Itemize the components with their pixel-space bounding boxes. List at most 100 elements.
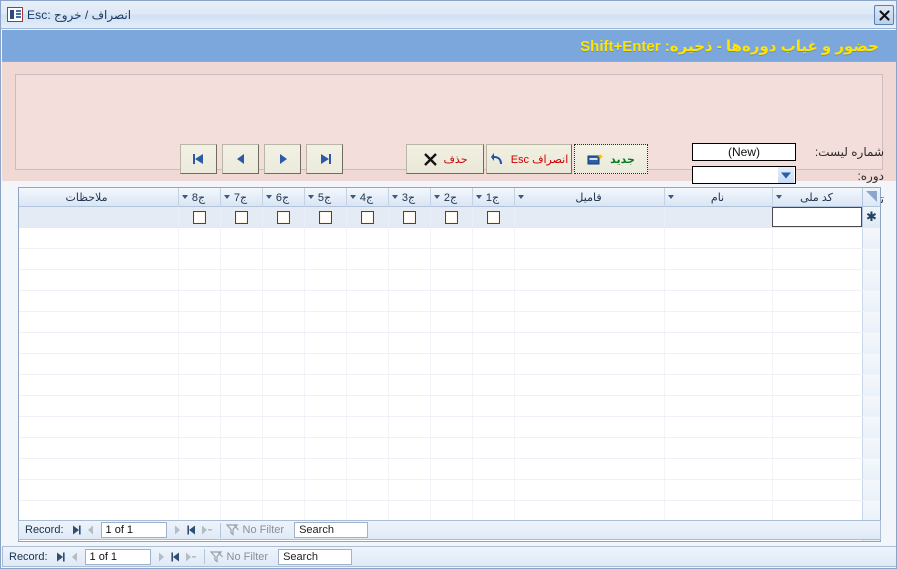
empty-cell [514, 480, 664, 500]
checkbox[interactable] [277, 210, 290, 224]
column-header-1[interactable]: نام [664, 188, 772, 207]
select-all-header[interactable] [862, 188, 880, 206]
new-record-row[interactable]: ✱ [19, 207, 880, 228]
checkbox[interactable] [487, 210, 500, 224]
record-selector [862, 375, 880, 395]
new-record-button[interactable]: جدید [574, 144, 648, 174]
checkbox[interactable] [403, 210, 416, 224]
mainform-last-record-button[interactable] [169, 549, 184, 565]
empty-cell [664, 291, 772, 311]
empty-cell [772, 438, 862, 458]
subform-first-record-button[interactable] [68, 522, 83, 538]
checkbox[interactable] [445, 210, 458, 224]
cell-8[interactable] [262, 207, 304, 227]
chevron-down-icon[interactable] [518, 195, 524, 199]
subform-prev-record-button[interactable] [83, 522, 98, 538]
cell-4[interactable] [430, 207, 472, 227]
cell-2[interactable] [514, 207, 664, 227]
cell-7[interactable] [304, 207, 346, 227]
nav-prev-button[interactable] [264, 144, 301, 174]
cell-1[interactable] [664, 207, 772, 227]
column-header-7[interactable]: ج5 [304, 188, 346, 207]
empty-cell [472, 291, 514, 311]
record-selector [862, 354, 880, 374]
empty-cell [304, 501, 346, 521]
column-header-3[interactable]: ج1 [472, 188, 514, 207]
empty-cell [178, 438, 220, 458]
cell-0[interactable] [772, 207, 862, 227]
empty-cell [262, 459, 304, 479]
empty-cell [664, 249, 772, 269]
empty-cell [262, 417, 304, 437]
delete-button[interactable]: حذف [406, 144, 484, 174]
chevron-down-icon[interactable] [182, 195, 188, 199]
empty-cell [388, 375, 430, 395]
chevron-down-icon[interactable] [778, 167, 795, 183]
column-header-11[interactable]: ملاحظات [19, 188, 178, 207]
nav-first-button[interactable] [306, 144, 343, 174]
cancel-button[interactable]: انصراف Esc [486, 144, 572, 174]
mainform-record-position[interactable]: 1 of 1 [84, 548, 151, 565]
checkbox[interactable] [235, 210, 248, 224]
empty-cell [346, 291, 388, 311]
mainform-new-record-button[interactable] [184, 549, 199, 565]
column-header-label: کد ملی [800, 191, 833, 204]
checkbox[interactable] [193, 210, 206, 224]
cell-3[interactable] [472, 207, 514, 227]
subform-new-record-button[interactable] [200, 522, 215, 538]
chevron-down-icon[interactable] [476, 195, 482, 199]
checkbox[interactable] [361, 210, 374, 224]
cell-5[interactable] [388, 207, 430, 227]
column-header-0[interactable]: کد ملی [772, 188, 862, 207]
record-selector[interactable]: ✱ [862, 207, 880, 227]
list-number-input[interactable]: (New) [692, 143, 796, 161]
mainform-next-record-button[interactable] [154, 549, 169, 565]
empty-cell [514, 501, 664, 521]
record-selector [862, 396, 880, 416]
column-header-10[interactable]: ج8 [178, 188, 220, 207]
mainform-prev-record-button[interactable] [67, 549, 82, 565]
empty-cell [262, 270, 304, 290]
column-header-9[interactable]: ج7 [220, 188, 262, 207]
empty-cell [220, 375, 262, 395]
empty-cell [262, 375, 304, 395]
column-header-2[interactable]: فامیل [514, 188, 664, 207]
cell-6[interactable] [346, 207, 388, 227]
course-combobox[interactable] [692, 166, 796, 184]
mainform-filter-toggle[interactable]: No Filter [209, 551, 275, 563]
empty-cell [772, 270, 862, 290]
chevron-down-icon[interactable] [392, 195, 398, 199]
first-record-icon [72, 525, 81, 535]
checkbox[interactable] [319, 210, 332, 224]
record-selector [862, 480, 880, 500]
chevron-down-icon[interactable] [266, 195, 272, 199]
subform-next-record-button[interactable] [170, 522, 185, 538]
subform-record-position[interactable]: 1 of 1 [100, 522, 167, 538]
cell-10[interactable] [178, 207, 220, 227]
chevron-down-icon[interactable] [776, 195, 782, 199]
empty-cell [772, 228, 862, 248]
column-header-5[interactable]: ج3 [388, 188, 430, 207]
subform-record-navigator: Record: 1 of 1 No Filter Search [18, 520, 881, 540]
record-nav-buttons [180, 144, 343, 174]
column-header-4[interactable]: ج2 [430, 188, 472, 207]
chevron-down-icon[interactable] [224, 195, 230, 199]
chevron-down-icon[interactable] [350, 195, 356, 199]
column-header-6[interactable]: ج4 [346, 188, 388, 207]
subform-filter-toggle[interactable]: No Filter [225, 524, 291, 536]
mainform-first-record-button[interactable] [52, 549, 67, 565]
chevron-down-icon[interactable] [668, 195, 674, 199]
subform-search-input[interactable]: Search [294, 522, 369, 538]
subform-last-record-button[interactable] [185, 522, 200, 538]
prev-record-icon [87, 525, 93, 535]
column-header-label: نام [710, 191, 725, 204]
cell-9[interactable] [220, 207, 262, 227]
cell-11[interactable] [19, 207, 178, 227]
mainform-search-input[interactable]: Search [278, 548, 353, 565]
close-button[interactable] [874, 5, 894, 25]
chevron-down-icon[interactable] [434, 195, 440, 199]
nav-next-button[interactable] [222, 144, 259, 174]
chevron-down-icon[interactable] [308, 195, 314, 199]
column-header-8[interactable]: ج6 [262, 188, 304, 207]
nav-last-button[interactable] [180, 144, 217, 174]
